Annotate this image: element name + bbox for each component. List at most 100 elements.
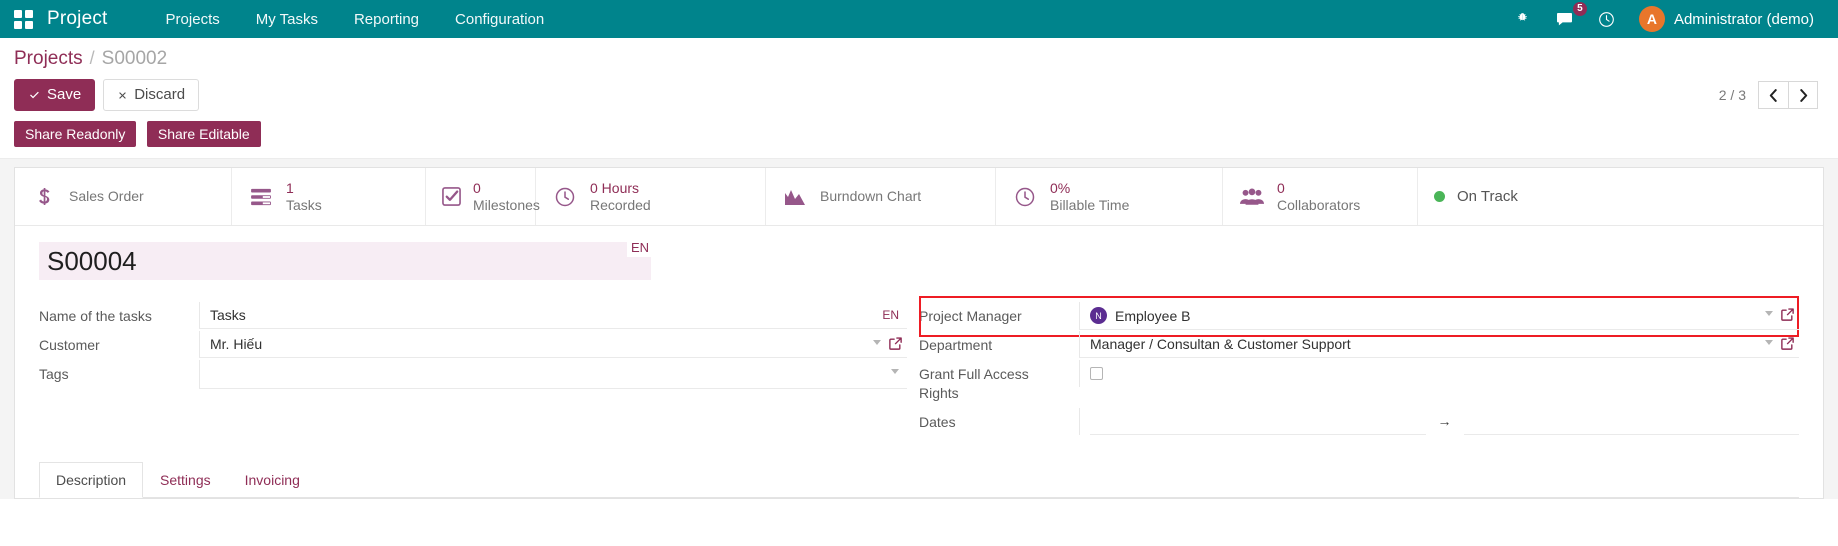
area-chart-icon: [782, 188, 808, 206]
field-group-right: Project Manager N Employee B Department …: [919, 296, 1799, 437]
date-end-input[interactable]: [1463, 408, 1799, 435]
chevron-down-icon[interactable]: [1765, 311, 1773, 317]
date-start-input[interactable]: [1090, 408, 1426, 435]
discard-button-label: Discard: [134, 86, 186, 103]
field-value-dates: →: [1079, 407, 1799, 435]
customer-text: Mr. Hiếu: [210, 335, 263, 352]
field-grant-full-access-rights: Grant Full Access Rights: [919, 359, 1799, 408]
chat-bubble-icon[interactable]: 5: [1555, 2, 1587, 29]
form-body: EN Name of the tasks Tasks EN Customer M…: [15, 226, 1823, 499]
list-icon: [248, 188, 274, 206]
user-name-label: Administrator (demo): [1673, 10, 1814, 28]
stat-button-billable-time-label: Billable Time: [1050, 196, 1130, 213]
stat-button-tasks-value: 1: [286, 180, 294, 196]
field-customer: Customer Mr. Hiếu: [39, 330, 907, 360]
field-value-department[interactable]: Manager / Consultan & Customer Support: [1079, 330, 1799, 358]
project-name-input[interactable]: [39, 242, 651, 281]
stat-button-collaborators-label: Collaborators: [1277, 196, 1361, 213]
field-label-customer: Customer: [39, 336, 100, 353]
messages-count-badge: 5: [1572, 2, 1587, 16]
project-manager-text: Employee B: [1115, 307, 1191, 324]
stat-button-hours-recorded-label: Recorded: [590, 196, 651, 213]
nav-menu-projects[interactable]: Projects: [148, 11, 238, 28]
tab-description[interactable]: Description: [39, 462, 144, 499]
grant-full-access-rights-checkbox[interactable]: [1090, 366, 1103, 380]
status-badge-label: On Track: [1457, 187, 1518, 205]
top-navbar: Project Projects My Tasks Reporting Conf…: [0, 0, 1838, 38]
form-sheet: Sales Order 1 Tasks 0 Milestones 0 Hours…: [14, 167, 1824, 500]
tab-invoicing[interactable]: Invoicing: [228, 462, 317, 498]
stat-button-burndown-chart-label: Burndown Chart: [820, 188, 922, 205]
field-groups: Name of the tasks Tasks EN Customer Mr. …: [39, 296, 1799, 437]
pager-count: 2 / 3: [1718, 87, 1746, 103]
breadcrumb-projects[interactable]: Projects: [14, 48, 83, 70]
apps-grid-icon[interactable]: [14, 9, 33, 29]
stat-button-billable-time[interactable]: 0% Billable Time: [996, 168, 1223, 226]
stat-button-sales-order[interactable]: Sales Order: [15, 168, 232, 226]
clock-icon: [552, 187, 578, 207]
department-internal-link-icon[interactable]: [1780, 336, 1795, 355]
save-button-label: Save: [47, 86, 82, 103]
stat-button-milestones-label: Milestones: [473, 196, 540, 213]
field-label-dates: Dates: [919, 413, 956, 430]
pager: 2 / 3: [1719, 81, 1824, 109]
project-manager-avatar: N: [1090, 307, 1107, 325]
field-value-customer[interactable]: Mr. Hiếu: [199, 330, 907, 358]
stat-button-hours-recorded[interactable]: 0 Hours Recorded: [536, 168, 766, 226]
field-value-tags[interactable]: [199, 359, 907, 389]
field-tags: Tags: [39, 359, 907, 389]
name-of-the-tasks-language-badge[interactable]: EN: [882, 308, 899, 322]
field-dates: Dates →: [919, 407, 1799, 437]
clock-icon[interactable]: [1597, 9, 1617, 29]
discard-button[interactable]: Discard: [103, 79, 200, 111]
project-manager-internal-link-icon[interactable]: [1780, 307, 1795, 326]
breadcrumb: Projects / S00002: [14, 48, 1824, 70]
field-value-grant-full-access-rights[interactable]: [1079, 359, 1799, 387]
field-value-project-manager[interactable]: N Employee B: [1079, 302, 1799, 331]
tab-settings[interactable]: Settings: [143, 462, 228, 498]
chevron-down-icon[interactable]: [1765, 339, 1773, 345]
name-of-the-tasks-text: Tasks: [210, 307, 246, 324]
pager-previous-button[interactable]: [1758, 81, 1788, 109]
stat-button-tasks-label: Tasks: [286, 196, 322, 213]
stat-button-burndown-chart[interactable]: Burndown Chart: [766, 168, 996, 226]
stat-button-collaborators-value: 0: [1277, 180, 1285, 196]
title-language-badge[interactable]: EN: [627, 238, 654, 258]
field-label-project-manager: Project Manager: [919, 308, 1022, 325]
stat-button-billable-time-value: 0%: [1050, 180, 1071, 196]
check-square-icon: [442, 187, 461, 206]
field-department: Department Manager / Consultan & Custome…: [919, 330, 1799, 360]
breadcrumb-current-record: S00002: [101, 48, 168, 69]
stat-button-tasks[interactable]: 1 Tasks: [232, 168, 426, 226]
app-brand-title: Project: [47, 8, 108, 29]
field-label-tags: Tags: [39, 365, 69, 382]
sheet-background: Sales Order 1 Tasks 0 Milestones 0 Hours…: [0, 159, 1838, 500]
check-icon: [30, 91, 39, 98]
nav-menu-reporting[interactable]: Reporting: [336, 11, 437, 28]
share-readonly-button[interactable]: Share Readonly: [14, 121, 137, 147]
chevron-down-icon[interactable]: [873, 339, 881, 345]
chevron-right-icon: [1799, 88, 1807, 102]
status-badge[interactable]: On Track: [1418, 168, 1534, 225]
share-editable-button[interactable]: Share Editable: [146, 121, 261, 147]
stat-button-collaborators[interactable]: 0 Collaborators: [1223, 168, 1418, 226]
notebook-tabs: Description Settings Invoicing: [39, 462, 1799, 499]
field-value-name-of-the-tasks[interactable]: Tasks EN: [199, 302, 907, 330]
save-button[interactable]: Save: [14, 79, 96, 111]
date-range-arrow-icon: →: [1437, 413, 1452, 430]
department-text: Manager / Consultan & Customer Support: [1090, 335, 1351, 352]
nav-menu-my-tasks[interactable]: My Tasks: [238, 11, 336, 28]
chevron-down-icon[interactable]: [891, 368, 899, 374]
pager-next-button[interactable]: [1788, 81, 1818, 109]
nav-menu-configuration[interactable]: Configuration: [437, 11, 562, 28]
user-menu[interactable]: A Administrator (demo): [1638, 6, 1814, 32]
bug-icon[interactable]: [1513, 9, 1533, 29]
dollar-icon: [31, 187, 57, 207]
customer-internal-link-icon[interactable]: [888, 336, 903, 355]
field-label-department: Department: [919, 336, 993, 353]
clock-icon: [1012, 187, 1038, 207]
field-name-of-the-tasks: Name of the tasks Tasks EN: [39, 302, 907, 331]
stat-buttons-bar: Sales Order 1 Tasks 0 Milestones 0 Hours…: [15, 168, 1823, 227]
stat-button-milestones[interactable]: 0 Milestones: [426, 168, 540, 226]
record-title-row: EN: [39, 238, 1799, 281]
